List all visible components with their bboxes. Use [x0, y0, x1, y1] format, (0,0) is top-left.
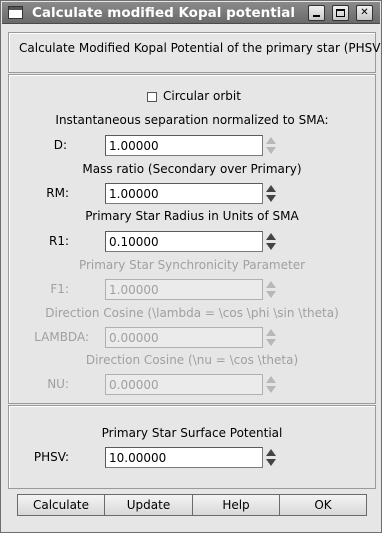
- lambda-spin-down-icon: [266, 339, 276, 346]
- rm-spinner[interactable]: [265, 183, 277, 204]
- nu-spinner: [265, 374, 277, 395]
- rm-spin-down-icon[interactable]: [266, 195, 276, 202]
- lambda-spin-up-icon: [266, 329, 276, 336]
- circular-orbit-checkbox[interactable]: [147, 92, 157, 102]
- window-title: Calculate modified Kopal potential: [32, 5, 296, 21]
- close-button[interactable]: ✕: [356, 5, 373, 21]
- minimize-icon: [313, 15, 320, 17]
- phsv-label: PHSV:: [33, 450, 69, 464]
- rm-spin-up-icon[interactable]: [266, 185, 276, 192]
- section-radius-heading: Primary Star Radius in Units of SMA: [85, 209, 299, 223]
- d-spin-up-icon[interactable]: [266, 137, 276, 144]
- r1-spin-up-icon[interactable]: [266, 233, 276, 240]
- nu-spin-up-icon: [266, 376, 276, 383]
- d-spinner[interactable]: [265, 135, 277, 156]
- f1-spin-down-icon: [266, 291, 276, 298]
- section-synchronicity-heading: Primary Star Synchronicity Parameter: [78, 258, 306, 272]
- phsv-input[interactable]: [105, 447, 263, 468]
- dialog-description: Calculate Modified Kopal Potential of th…: [19, 41, 382, 55]
- update-button[interactable]: Update: [104, 494, 193, 516]
- maximize-button[interactable]: [332, 5, 349, 21]
- f1-spin-up-icon: [266, 281, 276, 288]
- window-menu-icon[interactable]: [8, 6, 23, 19]
- lambda-spinner: [265, 327, 277, 348]
- r1-label: R1:: [48, 234, 69, 248]
- maximize-icon: [336, 9, 345, 17]
- phsv-spin-up-icon[interactable]: [266, 449, 276, 456]
- section-separation-heading: Instantaneous separation normalized to S…: [55, 113, 329, 127]
- section-mass-ratio-heading: Mass ratio (Secondary over Primary): [82, 162, 302, 176]
- d-label: D:: [53, 138, 67, 152]
- phsv-spinner[interactable]: [265, 447, 277, 468]
- circular-orbit-label[interactable]: Circular orbit: [163, 89, 241, 103]
- title-bar[interactable]: Calculate modified Kopal potential ✕: [2, 2, 380, 24]
- dialog-window: Calculate modified Kopal potential ✕ Cal…: [0, 0, 382, 533]
- section-lambda-heading: Direction Cosine (\lambda = \cos \phi \s…: [45, 306, 339, 320]
- section-nu-heading: Direction Cosine (\nu = \cos \theta): [85, 353, 299, 367]
- rm-label: RM:: [46, 186, 69, 200]
- f1-spinner: [265, 279, 277, 300]
- calculate-button[interactable]: Calculate: [17, 494, 105, 516]
- lambda-input: [105, 327, 263, 348]
- nu-spin-down-icon: [266, 386, 276, 393]
- help-button[interactable]: Help: [192, 494, 280, 516]
- phsv-spin-down-icon[interactable]: [266, 459, 276, 466]
- ok-button[interactable]: OK: [279, 494, 367, 516]
- nu-input: [105, 374, 263, 395]
- close-icon: ✕: [360, 7, 369, 18]
- r1-input[interactable]: [105, 231, 263, 252]
- r1-spinner[interactable]: [265, 231, 277, 252]
- d-spin-down-icon[interactable]: [266, 147, 276, 154]
- f1-input: [105, 279, 263, 300]
- minimize-button[interactable]: [308, 5, 325, 21]
- nu-label: NU:: [47, 377, 69, 391]
- section-surface-potential-heading: Primary Star Surface Potential: [101, 426, 283, 440]
- lambda-label: LAMBDA:: [34, 330, 89, 344]
- d-input[interactable]: [105, 135, 263, 156]
- rm-input[interactable]: [105, 183, 263, 204]
- r1-spin-down-icon[interactable]: [266, 243, 276, 250]
- f1-label: F1:: [50, 282, 69, 296]
